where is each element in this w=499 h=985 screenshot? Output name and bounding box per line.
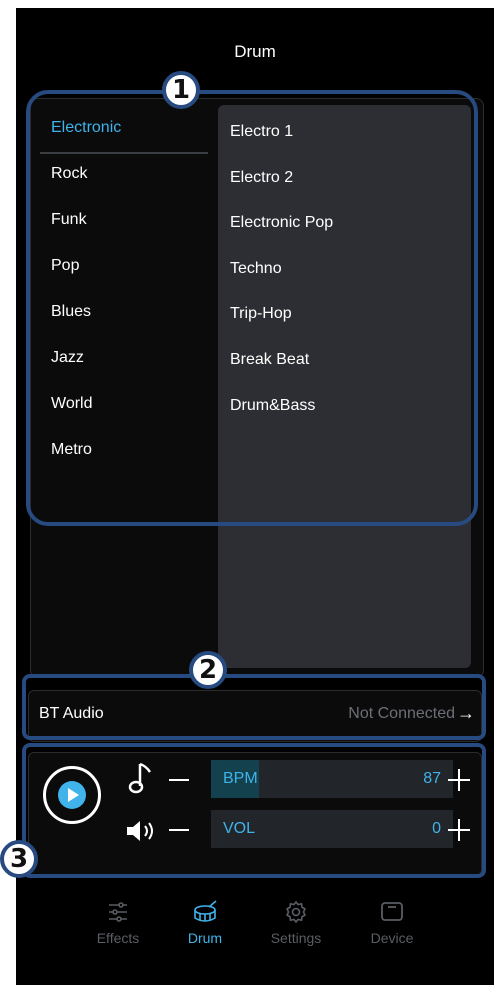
- tab-effects[interactable]: Effects: [78, 900, 158, 946]
- annotation-frame-3: [22, 743, 486, 878]
- gear-icon: [285, 900, 307, 924]
- tab-bar: Effects Drum Settings Device: [16, 900, 494, 970]
- tab-label: Settings: [270, 930, 322, 946]
- annotation-badge-3: 3: [0, 840, 38, 878]
- drum-icon: [194, 900, 217, 922]
- app-screen: Drum Electronic Rock Funk Pop Blues Jazz…: [16, 8, 494, 985]
- annotation-frame-2: [22, 674, 486, 740]
- tab-settings[interactable]: Settings: [256, 900, 336, 946]
- tab-label: Device: [370, 930, 414, 946]
- sliders-icon: [109, 902, 127, 922]
- tab-label: Effects: [96, 930, 140, 946]
- tab-drum[interactable]: Drum: [165, 900, 245, 946]
- tab-label: Drum: [187, 930, 223, 946]
- page-title: Drum: [234, 42, 276, 61]
- tab-device[interactable]: Device: [352, 900, 432, 946]
- annotation-badge-1: 1: [162, 71, 200, 109]
- annotation-badge-2: 2: [189, 651, 227, 689]
- device-icon: [381, 902, 403, 921]
- annotation-frame-1: [26, 90, 478, 526]
